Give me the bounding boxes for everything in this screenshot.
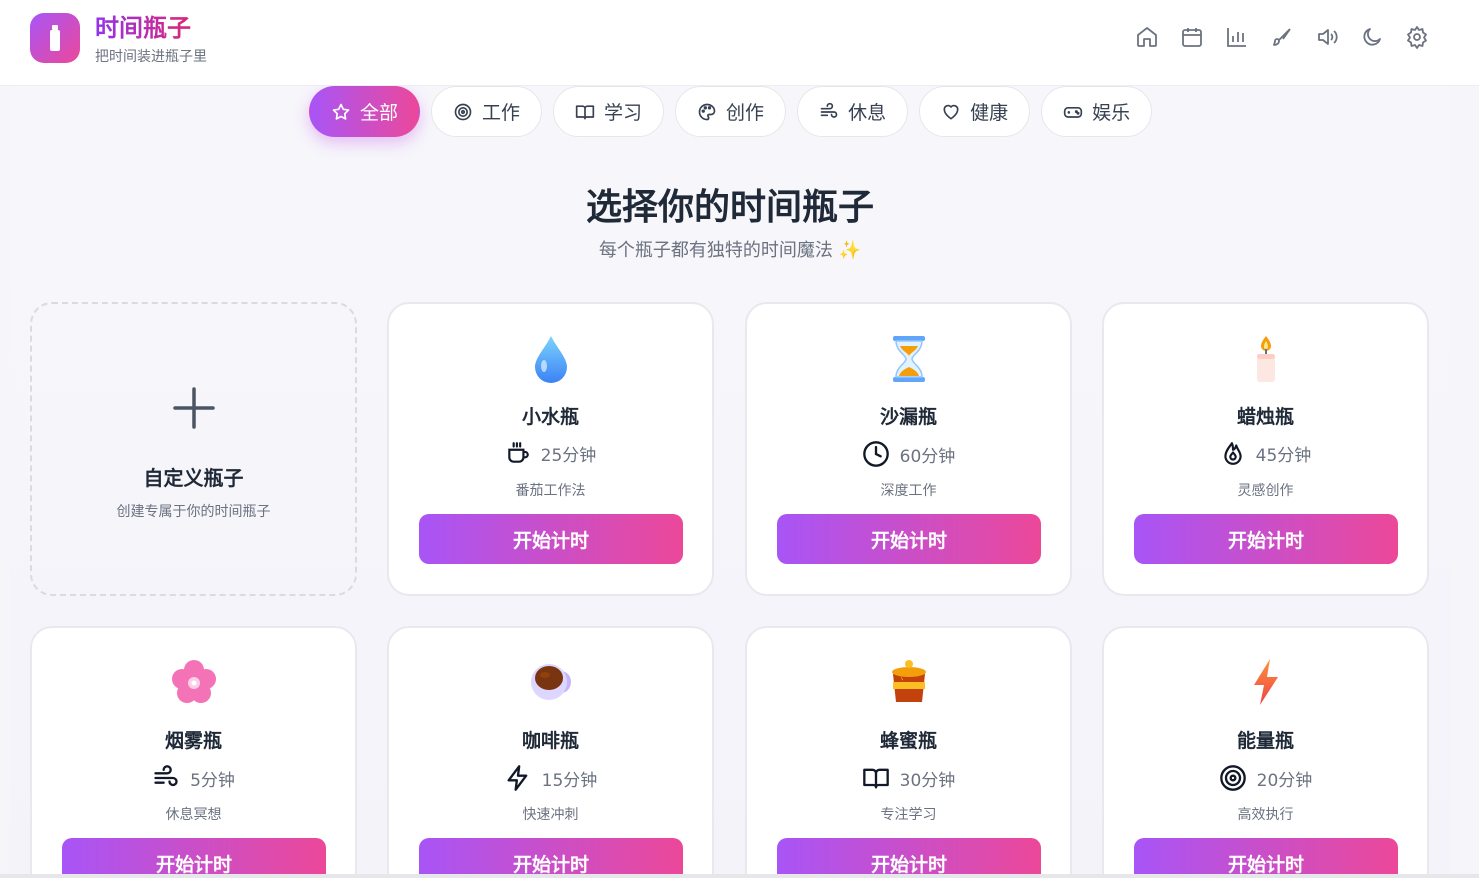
coffee-cup-icon — [389, 658, 712, 712]
start-timer-button[interactable]: 开始计时 — [777, 514, 1041, 564]
bottle-duration-row: 60分钟 — [747, 440, 1070, 468]
bottle-description: 休息冥想 — [165, 807, 222, 823]
bottle-duration-row: 45分钟 — [1104, 440, 1427, 466]
candle-icon — [1104, 334, 1427, 388]
tab-label: 学习 — [604, 102, 643, 124]
target-icon — [1219, 765, 1246, 791]
bottle-name: 小水瓶 — [521, 406, 579, 428]
zap-icon — [507, 765, 528, 791]
bottle-duration: 5分钟 — [190, 770, 235, 791]
bottle-duration: 20分钟 — [1256, 770, 1313, 791]
home-icon[interactable] — [1134, 24, 1160, 50]
bottle-duration-row: 30分钟 — [747, 764, 1070, 792]
bottle-duration: 45分钟 — [1255, 445, 1312, 466]
bottle-card-candle: 蜡烛瓶 45分钟 灵感创作 开始计时 — [1102, 302, 1429, 596]
start-timer-button[interactable]: 开始计时 — [419, 514, 683, 564]
tab-work[interactable]: 工作 — [431, 86, 543, 137]
bottle-card-coffee: 咖啡瓶 15分钟 快速冲刺 开始计时 — [387, 626, 714, 878]
tab-health[interactable]: 健康 — [919, 86, 1031, 137]
bottle-card-hourglass: 沙漏瓶 60分钟 深度工作 开始计时 — [745, 302, 1072, 596]
lightning-icon — [1104, 658, 1427, 712]
bottle-card-energy: 能量瓶 20分钟 高效执行 开始计时 — [1102, 626, 1429, 878]
bottle-name: 蜡烛瓶 — [1236, 406, 1294, 428]
custom-bottle-card[interactable]: 自定义瓶子 创建专属于你的时间瓶子 — [30, 302, 357, 596]
bottle-card-water: 小水瓶 25分钟 番茄工作法 开始计时 — [387, 302, 714, 596]
settings-icon[interactable] — [1404, 24, 1430, 50]
app-title: 时间瓶子 — [95, 14, 191, 42]
bottle-description: 番茄工作法 — [515, 483, 586, 499]
category-tabs: 全部 工作 学习 创作 休息 健康 娱乐 — [309, 86, 1153, 137]
droplet-icon — [389, 334, 712, 388]
bottle-duration: 15分钟 — [541, 770, 598, 791]
honey-pot-icon — [747, 658, 1070, 712]
wind-icon — [820, 102, 838, 118]
app-subtitle: 把时间装进瓶子里 — [95, 49, 207, 65]
tab-study[interactable]: 学习 — [553, 86, 665, 137]
bottle-description: 灵感创作 — [1237, 483, 1294, 499]
blossom-icon — [32, 658, 355, 712]
volume-icon[interactable] — [1314, 24, 1340, 50]
flame-icon — [1224, 442, 1242, 465]
tab-label: 娱乐 — [1092, 102, 1131, 124]
start-timer-button[interactable]: 开始计时 — [1134, 838, 1398, 878]
tab-label: 工作 — [482, 102, 521, 124]
palette-icon — [698, 103, 716, 120]
tab-create[interactable]: 创作 — [675, 86, 787, 137]
page-subtitle: 每个瓶子都有独特的时间魔法 ✨ — [598, 240, 862, 261]
tab-label: 休息 — [848, 102, 887, 124]
book-icon — [575, 104, 595, 119]
main-content: 全部 工作 学习 创作 休息 健康 娱乐 选择你的时间瓶子 每个瓶子都有独特的时… — [10, 86, 1450, 878]
plus-icon — [32, 386, 355, 430]
horizontal-scrollbar[interactable] — [0, 874, 1479, 878]
bottle-name: 咖啡瓶 — [521, 730, 579, 752]
bottle-duration: 60分钟 — [899, 446, 956, 467]
bottle-name: 能量瓶 — [1236, 730, 1294, 752]
chart-icon[interactable] — [1224, 24, 1250, 50]
custom-card-title: 自定义瓶子 — [143, 466, 244, 490]
calendar-icon[interactable] — [1179, 24, 1205, 50]
bottle-duration: 30分钟 — [899, 770, 956, 791]
bottle-card-honey: 蜂蜜瓶 30分钟 专注学习 开始计时 — [745, 626, 1072, 878]
start-timer-button[interactable]: 开始计时 — [777, 838, 1041, 878]
moon-icon[interactable] — [1359, 24, 1385, 50]
clock-icon — [862, 441, 889, 467]
bottle-description: 专注学习 — [880, 807, 937, 823]
star-icon — [332, 103, 350, 120]
bottle-name: 烟雾瓶 — [164, 730, 222, 752]
book-icon — [862, 768, 889, 789]
bottle-duration-row: 25分钟 — [389, 440, 712, 466]
target-icon — [454, 103, 472, 120]
wind-icon — [154, 765, 178, 787]
bottle-duration-row: 5分钟 — [32, 764, 355, 792]
bottle-name: 沙漏瓶 — [879, 406, 937, 428]
bottle-card-smoke: 烟雾瓶 5分钟 休息冥想 开始计时 — [30, 626, 357, 878]
gamepad-icon — [1063, 106, 1083, 118]
tab-entertainment[interactable]: 娱乐 — [1041, 86, 1153, 137]
bottle-description: 高效执行 — [1237, 807, 1294, 823]
hourglass-icon — [747, 334, 1070, 388]
bottle-name: 蜂蜜瓶 — [879, 730, 937, 752]
coffee-icon — [507, 442, 529, 463]
custom-card-subtitle: 创建专属于你的时间瓶子 — [116, 504, 271, 520]
bottle-duration-row: 15分钟 — [389, 764, 712, 792]
heart-icon — [943, 104, 959, 119]
bottle-duration: 25分钟 — [540, 445, 597, 466]
start-timer-button[interactable]: 开始计时 — [419, 838, 683, 878]
tab-label: 创作 — [726, 102, 765, 124]
app-header: 时间瓶子 把时间装进瓶子里 — [0, 0, 1479, 86]
page-title: 选择你的时间瓶子 — [585, 187, 874, 228]
start-timer-button[interactable]: 开始计时 — [1134, 514, 1398, 564]
start-timer-button[interactable]: 开始计时 — [62, 838, 326, 878]
top-nav — [1134, 24, 1430, 50]
bottle-duration-row: 20分钟 — [1104, 764, 1427, 792]
tab-label: 健康 — [970, 102, 1009, 124]
tab-all[interactable]: 全部 — [309, 86, 421, 137]
tab-rest[interactable]: 休息 — [797, 86, 909, 137]
brush-icon[interactable] — [1269, 24, 1295, 50]
bottle-description: 深度工作 — [880, 483, 937, 499]
bottle-description: 快速冲刺 — [522, 807, 579, 823]
bottle-logo-icon — [30, 13, 80, 63]
tab-label: 全部 — [360, 102, 399, 124]
